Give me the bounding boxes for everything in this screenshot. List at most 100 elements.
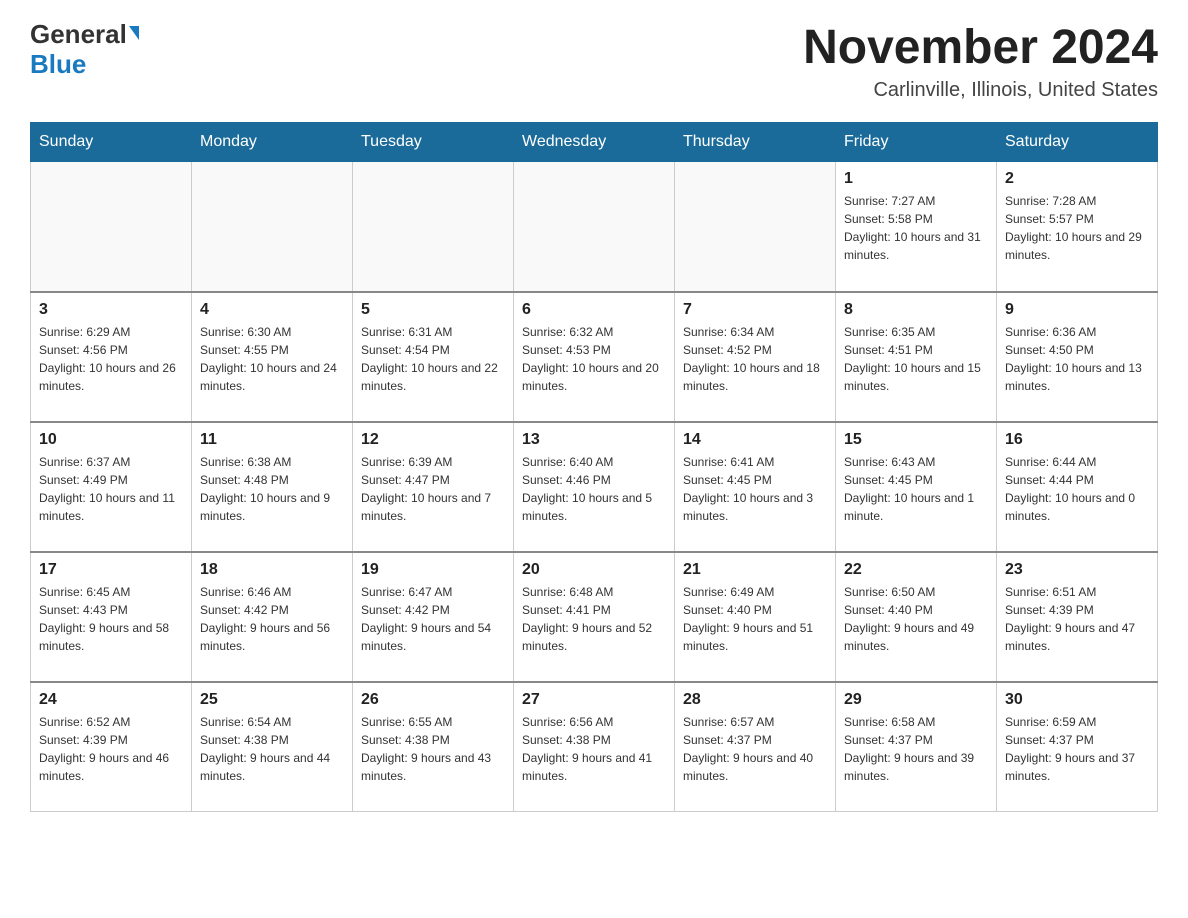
calendar-cell: 8 Sunrise: 6:35 AMSunset: 4:51 PMDaylight… [836, 292, 997, 422]
cell-day-number: 8 [844, 301, 988, 319]
calendar-cell: 16 Sunrise: 6:44 AMSunset: 4:44 PMDayligh… [997, 422, 1158, 552]
calendar-cell: 23 Sunrise: 6:51 AMSunset: 4:39 PMDayligh… [997, 552, 1158, 682]
cell-info-text: Sunrise: 6:40 AMSunset: 4:46 PMDaylight:… [522, 453, 666, 525]
cell-info-text: Sunrise: 6:29 AMSunset: 4:56 PMDaylight:… [39, 323, 183, 395]
calendar-cell: 10 Sunrise: 6:37 AMSunset: 4:49 PMDayligh… [31, 422, 192, 552]
title-area: November 2024 Carlinville, Illinois, Uni… [803, 20, 1158, 102]
cell-info-text: Sunrise: 7:28 AMSunset: 5:57 PMDaylight:… [1005, 192, 1149, 264]
cell-day-number: 9 [1005, 301, 1149, 319]
cell-day-number: 6 [522, 301, 666, 319]
calendar-cell: 15 Sunrise: 6:43 AMSunset: 4:45 PMDayligh… [836, 422, 997, 552]
calendar-cell: 7Sunrise: 6:34 AMSunset: 4:52 PMDaylight… [675, 292, 836, 422]
calendar-cell: 20 Sunrise: 6:48 AMSunset: 4:41 PMDayligh… [514, 552, 675, 682]
weekday-header-saturday: Saturday [997, 123, 1158, 162]
cell-day-number: 23 [1005, 561, 1149, 579]
cell-info-text: Sunrise: 6:36 AMSunset: 4:50 PMDaylight:… [1005, 323, 1149, 395]
calendar-cell: 6 Sunrise: 6:32 AMSunset: 4:53 PMDaylight… [514, 292, 675, 422]
cell-info-text: Sunrise: 6:32 AMSunset: 4:53 PMDaylight:… [522, 323, 666, 395]
cell-day-number: 27 [522, 691, 666, 709]
calendar-cell: 24 Sunrise: 6:52 AMSunset: 4:39 PMDayligh… [31, 682, 192, 812]
cell-day-number: 3 [39, 301, 183, 319]
weekday-header-friday: Friday [836, 123, 997, 162]
cell-info-text: Sunrise: 6:47 AMSunset: 4:42 PMDaylight:… [361, 583, 505, 655]
cell-day-number: 19 [361, 561, 505, 579]
cell-info-text: Sunrise: 6:59 AMSunset: 4:37 PMDaylight:… [1005, 713, 1149, 785]
calendar-week-row: 17 Sunrise: 6:45 AMSunset: 4:43 PMDayligh… [31, 552, 1158, 682]
cell-day-number: 20 [522, 561, 666, 579]
cell-info-text: Sunrise: 6:48 AMSunset: 4:41 PMDaylight:… [522, 583, 666, 655]
calendar-table: SundayMondayTuesdayWednesdayThursdayFrid… [30, 122, 1158, 812]
cell-day-number: 18 [200, 561, 344, 579]
calendar-cell: 1 Sunrise: 7:27 AMSunset: 5:58 PMDaylight… [836, 162, 997, 292]
cell-day-number: 11 [200, 431, 344, 449]
cell-info-text: Sunrise: 6:38 AMSunset: 4:48 PMDaylight:… [200, 453, 344, 525]
logo-arrow-icon [129, 26, 139, 40]
calendar-cell: 4 Sunrise: 6:30 AMSunset: 4:55 PMDaylight… [192, 292, 353, 422]
cell-day-number: 17 [39, 561, 183, 579]
calendar-cell: 2 Sunrise: 7:28 AMSunset: 5:57 PMDaylight… [997, 162, 1158, 292]
weekday-header-thursday: Thursday [675, 123, 836, 162]
calendar-week-row: 24 Sunrise: 6:52 AMSunset: 4:39 PMDayligh… [31, 682, 1158, 812]
cell-day-number: 13 [522, 431, 666, 449]
cell-day-number: 15 [844, 431, 988, 449]
weekday-header-wednesday: Wednesday [514, 123, 675, 162]
cell-info-text: Sunrise: 6:46 AMSunset: 4:42 PMDaylight:… [200, 583, 344, 655]
cell-info-text: Sunrise: 6:39 AMSunset: 4:47 PMDaylight:… [361, 453, 505, 525]
cell-day-number: 21 [683, 561, 827, 579]
calendar-cell: 13 Sunrise: 6:40 AMSunset: 4:46 PMDayligh… [514, 422, 675, 552]
cell-day-number: 12 [361, 431, 505, 449]
cell-day-number: 30 [1005, 691, 1149, 709]
cell-info-text: Sunrise: 6:30 AMSunset: 4:55 PMDaylight:… [200, 323, 344, 395]
cell-day-number: 1 [844, 170, 988, 188]
calendar-week-row: 10 Sunrise: 6:37 AMSunset: 4:49 PMDayligh… [31, 422, 1158, 552]
calendar-cell: 27 Sunrise: 6:56 AMSunset: 4:38 PMDayligh… [514, 682, 675, 812]
calendar-cell [675, 162, 836, 292]
cell-info-text: Sunrise: 7:27 AMSunset: 5:58 PMDaylight:… [844, 192, 988, 264]
cell-info-text: Sunrise: 6:52 AMSunset: 4:39 PMDaylight:… [39, 713, 183, 785]
calendar-cell: 11 Sunrise: 6:38 AMSunset: 4:48 PMDayligh… [192, 422, 353, 552]
page-header: General Blue November 2024 Carlinville, … [30, 20, 1158, 102]
calendar-cell: 22 Sunrise: 6:50 AMSunset: 4:40 PMDayligh… [836, 552, 997, 682]
cell-day-number: 5 [361, 301, 505, 319]
cell-info-text: Sunrise: 6:35 AMSunset: 4:51 PMDaylight:… [844, 323, 988, 395]
location-subtitle: Carlinville, Illinois, United States [803, 79, 1158, 102]
cell-info-text: Sunrise: 6:37 AMSunset: 4:49 PMDaylight:… [39, 453, 183, 525]
calendar-cell [192, 162, 353, 292]
cell-day-number: 24 [39, 691, 183, 709]
calendar-cell: 29Sunrise: 6:58 AMSunset: 4:37 PMDayligh… [836, 682, 997, 812]
calendar-cell: 17 Sunrise: 6:45 AMSunset: 4:43 PMDayligh… [31, 552, 192, 682]
calendar-cell: 18 Sunrise: 6:46 AMSunset: 4:42 PMDayligh… [192, 552, 353, 682]
calendar-week-row: 3 Sunrise: 6:29 AMSunset: 4:56 PMDaylight… [31, 292, 1158, 422]
cell-day-number: 29 [844, 691, 988, 709]
cell-day-number: 2 [1005, 170, 1149, 188]
calendar-cell [353, 162, 514, 292]
cell-day-number: 10 [39, 431, 183, 449]
cell-day-number: 4 [200, 301, 344, 319]
cell-info-text: Sunrise: 6:50 AMSunset: 4:40 PMDaylight:… [844, 583, 988, 655]
cell-day-number: 22 [844, 561, 988, 579]
calendar-cell: 25Sunrise: 6:54 AMSunset: 4:38 PMDayligh… [192, 682, 353, 812]
calendar-cell [514, 162, 675, 292]
cell-day-number: 16 [1005, 431, 1149, 449]
weekday-header-tuesday: Tuesday [353, 123, 514, 162]
logo-general-text: General [30, 20, 127, 49]
weekday-header-sunday: Sunday [31, 123, 192, 162]
cell-info-text: Sunrise: 6:44 AMSunset: 4:44 PMDaylight:… [1005, 453, 1149, 525]
cell-info-text: Sunrise: 6:43 AMSunset: 4:45 PMDaylight:… [844, 453, 988, 525]
cell-info-text: Sunrise: 6:49 AMSunset: 4:40 PMDaylight:… [683, 583, 827, 655]
weekday-header-monday: Monday [192, 123, 353, 162]
cell-day-number: 25 [200, 691, 344, 709]
calendar-cell: 3 Sunrise: 6:29 AMSunset: 4:56 PMDaylight… [31, 292, 192, 422]
cell-day-number: 28 [683, 691, 827, 709]
cell-info-text: Sunrise: 6:51 AMSunset: 4:39 PMDaylight:… [1005, 583, 1149, 655]
calendar-cell: 30 Sunrise: 6:59 AMSunset: 4:37 PMDayligh… [997, 682, 1158, 812]
calendar-cell: 21 Sunrise: 6:49 AMSunset: 4:40 PMDayligh… [675, 552, 836, 682]
cell-info-text: Sunrise: 6:56 AMSunset: 4:38 PMDaylight:… [522, 713, 666, 785]
cell-info-text: Sunrise: 6:55 AMSunset: 4:38 PMDaylight:… [361, 713, 505, 785]
calendar-cell [31, 162, 192, 292]
calendar-cell: 26Sunrise: 6:55 AMSunset: 4:38 PMDayligh… [353, 682, 514, 812]
cell-info-text: Sunrise: 6:41 AMSunset: 4:45 PMDaylight:… [683, 453, 827, 525]
calendar-cell: 14Sunrise: 6:41 AMSunset: 4:45 PMDayligh… [675, 422, 836, 552]
cell-info-text: Sunrise: 6:45 AMSunset: 4:43 PMDaylight:… [39, 583, 183, 655]
cell-info-text: Sunrise: 6:34 AMSunset: 4:52 PMDaylight:… [683, 323, 827, 395]
